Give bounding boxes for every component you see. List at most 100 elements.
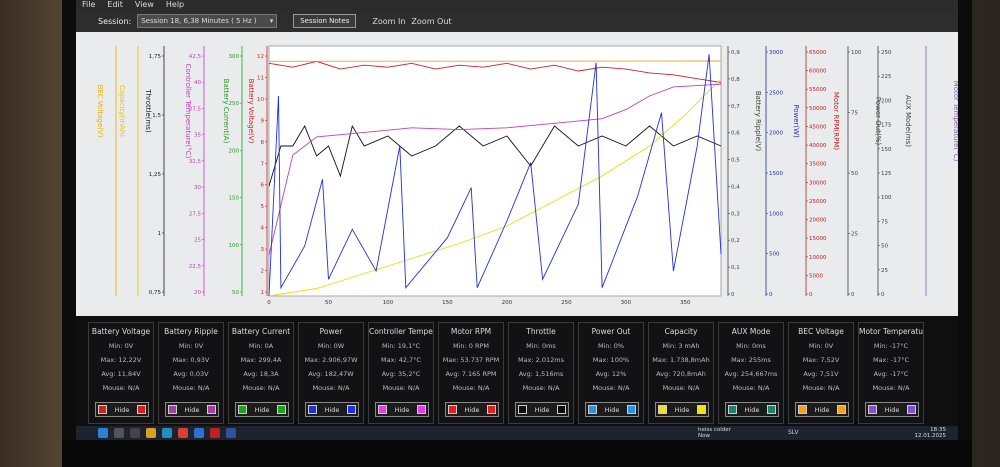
- taskbar: heiss colder Now SLV 18:35 12.01.2025: [76, 426, 958, 440]
- hide-label: Hide: [534, 405, 550, 414]
- series-panel: Motor RPM Min: 0 RPM Max: 53.737 RPM Avg: 7…: [438, 322, 504, 424]
- hide-label: Hide: [394, 405, 410, 414]
- system-clock[interactable]: 18:35 12.01.2025: [896, 427, 947, 439]
- zoom-out-button[interactable]: Zoom Out: [411, 17, 451, 26]
- app-icon[interactable]: [210, 428, 220, 438]
- panel-mouse: Mouse: N/A: [242, 384, 280, 392]
- series-color-swatch: [518, 405, 527, 414]
- panel-title: Battery Voltage: [91, 327, 151, 336]
- right-axis-tick: 2500: [769, 90, 783, 96]
- left-axis-tick: 6: [261, 183, 265, 189]
- hide-series-button[interactable]: Hide: [585, 402, 639, 417]
- panel-title: Battery Ripple: [164, 327, 218, 336]
- right-axis-tick: 0: [851, 292, 855, 298]
- hide-series-button[interactable]: Hide: [375, 402, 429, 417]
- panel-max: Max: 0,93V: [172, 356, 210, 364]
- panel-title: BEC Voltage: [798, 327, 844, 336]
- series-color-picker[interactable]: [626, 405, 636, 414]
- zoom-in-button[interactable]: Zoom In: [372, 17, 405, 26]
- menu-bar: File Edit View Help: [76, 0, 958, 10]
- panel-title: Motor RPM: [450, 327, 492, 336]
- hide-series-button[interactable]: Hide: [515, 402, 569, 417]
- series-panel: Battery Voltage Min: 0V Max: 12,22V Avg: 11…: [88, 322, 154, 424]
- left-axis-tick: 300: [229, 54, 240, 60]
- series-color-picker[interactable]: [206, 405, 216, 414]
- left-axis-tick: 7: [261, 161, 265, 167]
- panel-avg: Avg: 720,8mAh: [656, 370, 706, 378]
- menu-help[interactable]: Help: [166, 0, 184, 10]
- session-select[interactable]: Session 18, 6,38 Minutes ( 5 Hz ) ▾: [137, 14, 278, 28]
- panel-avg: Avg: -17°C: [873, 370, 909, 378]
- hide-series-button[interactable]: Hide: [725, 402, 779, 417]
- hide-series-button[interactable]: Hide: [655, 402, 709, 417]
- right-axis-tick: 0: [881, 292, 885, 298]
- hide-series-button[interactable]: Hide: [235, 402, 289, 417]
- menu-file[interactable]: File: [82, 0, 95, 10]
- series-color-picker[interactable]: [906, 405, 916, 414]
- session-value: Session 18, 6,38 Minutes ( 5 Hz ): [141, 17, 257, 25]
- right-axis-tick: 25: [881, 268, 888, 274]
- series-color-picker[interactable]: [766, 405, 776, 414]
- right-axis-tick: 50: [881, 244, 888, 250]
- weather-widget[interactable]: heiss colder Now: [698, 427, 758, 439]
- panel-title: Capacity: [664, 327, 698, 336]
- x-axis-tick: 250: [561, 300, 572, 306]
- search-icon[interactable]: [114, 428, 124, 438]
- x-axis-tick: 50: [325, 300, 332, 306]
- file-explorer-icon[interactable]: [146, 428, 156, 438]
- menu-edit[interactable]: Edit: [107, 0, 123, 10]
- series-color-picker[interactable]: [696, 405, 706, 414]
- panel-min: Min: 0V: [108, 342, 134, 350]
- hide-series-button[interactable]: Hide: [165, 402, 219, 417]
- series-color-picker[interactable]: [346, 405, 356, 414]
- panel-min: Min: 0ms: [526, 342, 556, 350]
- left-axis-tick: 1: [261, 290, 265, 296]
- left-axis-tick: 0,75: [149, 290, 162, 296]
- series-color-swatch: [448, 405, 457, 414]
- session-notes-button[interactable]: Session Notes: [293, 14, 357, 28]
- right-axis-tick: 0,6: [731, 131, 740, 137]
- series-color-picker[interactable]: [836, 405, 846, 414]
- hide-series-button[interactable]: Hide: [95, 402, 149, 417]
- left-axis-tick: 2: [261, 269, 265, 275]
- right-axis-tick: 225: [881, 74, 892, 80]
- panel-mouse: Mouse: N/A: [102, 384, 140, 392]
- telemetry-chart[interactable]: BEC Voltage(V) Capacity(mAh)1,751,51,2510…: [76, 32, 958, 314]
- chrome-browser-icon[interactable]: [178, 428, 188, 438]
- right-axis-tick: 55000: [809, 87, 827, 93]
- plot-area: [268, 45, 722, 297]
- hide-series-button[interactable]: Hide: [795, 402, 849, 417]
- series-color-picker[interactable]: [416, 405, 426, 414]
- panel-mouse: Mouse: N/A: [732, 384, 770, 392]
- series-color-picker[interactable]: [556, 405, 566, 414]
- series-color-picker[interactable]: [136, 405, 146, 414]
- hide-series-button[interactable]: Hide: [865, 402, 919, 417]
- panel-mouse: Mouse: N/A: [872, 384, 910, 392]
- mail-icon[interactable]: [194, 428, 204, 438]
- panel-min: Min: 3 mAh: [662, 342, 700, 350]
- panel-max: Max: 255ms: [731, 356, 771, 364]
- app-icon-2[interactable]: [226, 428, 236, 438]
- left-axis-tick: 200: [229, 148, 240, 154]
- system-tray-language[interactable]: SLV: [788, 429, 799, 436]
- edge-browser-icon[interactable]: [162, 428, 172, 438]
- right-axis-tick: 75: [851, 111, 858, 117]
- series-color-picker[interactable]: [486, 405, 496, 414]
- menu-view[interactable]: View: [135, 0, 154, 10]
- hide-series-button[interactable]: Hide: [445, 402, 499, 417]
- right-axis-tick: 15000: [809, 236, 827, 242]
- left-axis-tick: 150: [229, 196, 240, 202]
- right-axis-tick: 45000: [809, 124, 827, 130]
- panel-max: Max: 299,4A: [240, 356, 282, 364]
- panel-max: Max: 12,22V: [100, 356, 142, 364]
- panel-mouse: Mouse: N/A: [522, 384, 560, 392]
- series-panel: Controller Temperature Min: 19,1°C Max: 42…: [368, 322, 434, 424]
- windows-start-icon[interactable]: [98, 428, 108, 438]
- series-color-swatch: [238, 405, 247, 414]
- right-axis-tick: 175: [881, 123, 892, 129]
- series-color-picker[interactable]: [276, 405, 286, 414]
- hide-series-button[interactable]: Hide: [305, 402, 359, 417]
- task-view-icon[interactable]: [130, 428, 140, 438]
- panel-title: Motor Temperature: [859, 327, 923, 336]
- left-axis-tick: 1: [158, 231, 162, 237]
